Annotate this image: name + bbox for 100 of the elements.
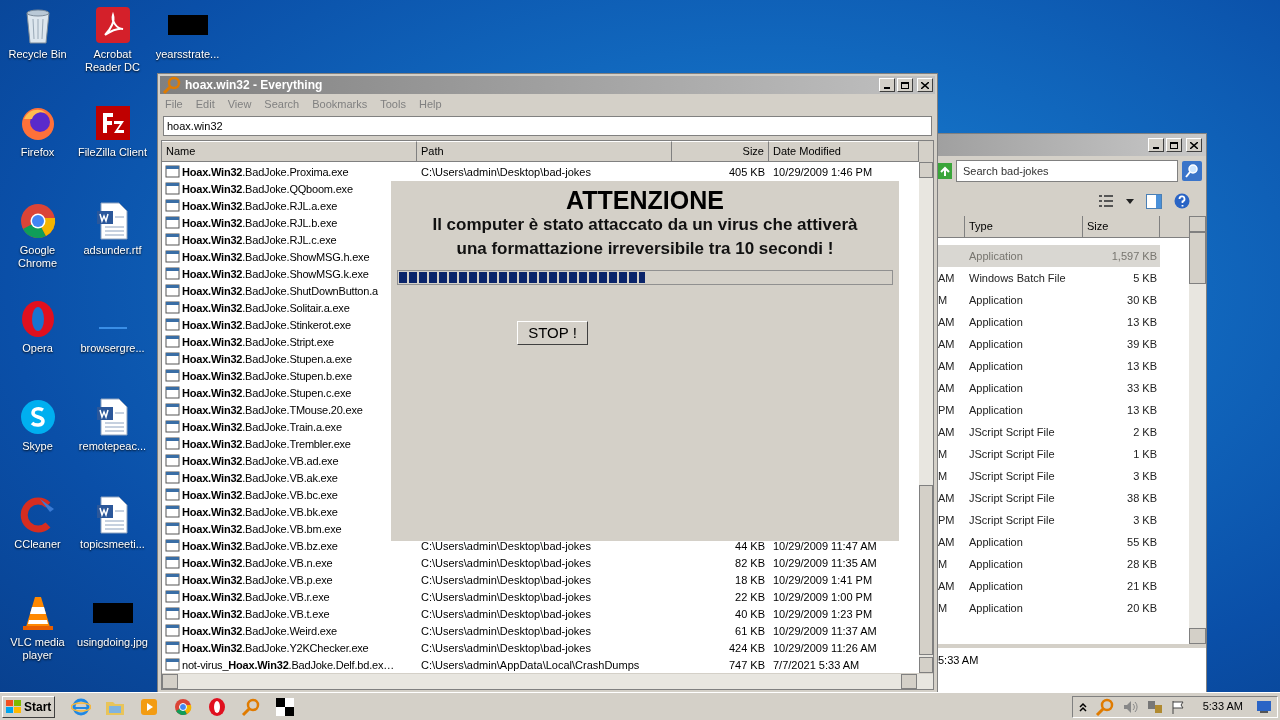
desktop-icon-label[interactable]: FileZilla Client	[76, 146, 149, 159]
file-name[interactable]: Hoax.Win32.BadJoke.VB.p.exe	[182, 571, 333, 589]
program-icon	[165, 487, 180, 503]
file-name[interactable]: Hoax.Win32.BadJoke.Y2KChecker.exe	[182, 639, 369, 657]
desktop-icon-label[interactable]: adsunder.rtf	[76, 244, 149, 257]
clock[interactable]: 5:33 AM	[1202, 698, 1243, 715]
minimize-button[interactable]	[1148, 138, 1164, 152]
file-name[interactable]: Hoax.Win32.BadJoke.RJL.c.exe	[182, 231, 337, 249]
view-list-icon[interactable]	[1098, 194, 1114, 208]
maximize-button[interactable]	[897, 78, 913, 92]
search-icon[interactable]	[1182, 161, 1202, 181]
close-icon	[1190, 141, 1198, 149]
file-name[interactable]: Hoax.Win32.BadJoke.VB.n.exe	[182, 554, 333, 572]
file-name[interactable]: Hoax.Win32.BadJoke.ShowMSG.h.exe	[182, 248, 370, 266]
file-name[interactable]: Hoax.Win32.BadJoke.VB.ad.exe	[182, 452, 339, 470]
desktop-icon-label[interactable]: remotepeac...	[76, 440, 149, 453]
vertical-scrollbar[interactable]	[919, 162, 933, 674]
column-header[interactable]: Path	[417, 141, 672, 163]
file-name[interactable]: Hoax.Win32.BadJoke.VB.bc.exe	[182, 486, 338, 504]
maximize-button[interactable]	[1166, 138, 1182, 152]
search-field[interactable]: Search bad-jokes	[956, 160, 1178, 182]
file-name[interactable]: Hoax.Win32.BadJoke.RJL.b.exe	[182, 214, 338, 232]
file-row[interactable]: PM JScript Script File 3 KB	[938, 509, 1160, 531]
start-button[interactable]: Start	[2, 695, 56, 718]
desktop-icon-label[interactable]: Google Chrome	[1, 244, 74, 270]
close-button[interactable]	[1186, 138, 1202, 152]
desktop-icon-label[interactable]: Recycle Bin	[1, 48, 74, 61]
column-header[interactable]: Size	[1083, 216, 1160, 238]
file-row[interactable]: AM Windows Batch File 5 KB	[938, 267, 1160, 289]
file-name[interactable]: Hoax.Win32.BadJoke.Proxima.exe	[182, 163, 349, 181]
file-name[interactable]: Hoax.Win32.BadJoke.VB.ak.exe	[182, 469, 338, 487]
desktop-icon-label[interactable]: Acrobat Reader DC	[76, 48, 149, 74]
file-name[interactable]: Hoax.Win32.BadJoke.VB.bm.exe	[182, 520, 342, 538]
desktop-icon-label[interactable]: CCleaner	[1, 538, 74, 551]
internet-explorer-icon[interactable]	[71, 696, 92, 717]
desktop-icon-label[interactable]: topicsmeeti...	[76, 538, 149, 551]
file-name[interactable]: Hoax.Win32.BadJoke.VB.bk.exe	[182, 503, 338, 521]
file-name[interactable]: Hoax.Win32.BadJoke.RJL.a.exe	[182, 197, 338, 215]
file-name[interactable]: Hoax.Win32.BadJoke.Stupen.a.exe	[182, 350, 352, 368]
file-name[interactable]: Hoax.Win32.BadJoke.Train.a.exe	[182, 418, 342, 436]
file-name[interactable]: Hoax.Win32.BadJoke.VB.t.exe	[182, 605, 330, 623]
opera-icon[interactable]	[207, 696, 228, 717]
magnifier-icon[interactable]	[1094, 696, 1115, 717]
help-icon[interactable]	[1174, 193, 1190, 209]
file-name[interactable]: Hoax.Win32.BadJoke.ShutDownButton.a	[182, 282, 378, 300]
checkered-icon[interactable]	[275, 696, 296, 717]
file-name[interactable]: not-virus_Hoax.Win32.BadJoke.Delf.bd.ex…	[182, 656, 395, 674]
file-row[interactable]: AM JScript Script File 2 KB	[938, 421, 1160, 443]
file-row[interactable]: AM Application 13 KB	[938, 355, 1160, 377]
file-name[interactable]: Hoax.Win32.BadJoke.Trembler.exe	[182, 435, 351, 453]
flag-icon[interactable]	[1170, 699, 1185, 714]
file-row[interactable]: AM Application 21 KB	[938, 575, 1160, 597]
file-row[interactable]: M JScript Script File 1 KB	[938, 443, 1160, 465]
desktop-icon-label[interactable]: Opera	[1, 342, 74, 355]
desktop-icon-label[interactable]: Firefox	[1, 146, 74, 159]
file-row[interactable]: M Application 20 KB	[938, 597, 1160, 619]
file-name[interactable]: Hoax.Win32.BadJoke.Weird.exe	[182, 622, 337, 640]
file-name[interactable]: Hoax.Win32.BadJoke.VB.bz.exe	[182, 537, 338, 555]
minimize-button[interactable]	[879, 78, 895, 92]
column-header[interactable]: Size	[672, 141, 769, 163]
file-row[interactable]: AM Application 33 KB	[938, 377, 1160, 399]
file-row[interactable]: M Application 28 KB	[938, 553, 1160, 575]
file-name[interactable]: Hoax.Win32.BadJoke.QQboom.exe	[182, 180, 353, 198]
vertical-scrollbar[interactable]	[1189, 216, 1206, 644]
desktop-icon-label[interactable]: VLC media player	[1, 636, 74, 662]
desktop-icon-label[interactable]: yearsstrate...	[151, 48, 224, 61]
magnifier-icon[interactable]	[162, 75, 182, 95]
file-name[interactable]: Hoax.Win32.BadJoke.Solitair.a.exe	[182, 299, 350, 317]
file-name[interactable]: Hoax.Win32.BadJoke.TMouse.20.exe	[182, 401, 363, 419]
chevron-up-icon[interactable]	[1078, 701, 1087, 712]
file-row[interactable]: AM Application 55 KB	[938, 531, 1160, 553]
preview-pane-icon[interactable]	[1146, 193, 1162, 209]
close-button[interactable]	[917, 78, 933, 92]
desktop-icon-label[interactable]: browsergre...	[76, 342, 149, 355]
file-row[interactable]: M JScript Script File 3 KB	[938, 465, 1160, 487]
file-name[interactable]: Hoax.Win32.BadJoke.ShowMSG.k.exe	[182, 265, 369, 283]
desktop-icon-label[interactable]: Skype	[1, 440, 74, 453]
file-row[interactable]: M Application 30 KB	[938, 289, 1160, 311]
file-row[interactable]: PM Application 13 KB	[938, 399, 1160, 421]
file-row[interactable]: AM Application 13 KB	[938, 311, 1160, 333]
column-header[interactable]: Name	[162, 141, 417, 163]
file-name[interactable]: Hoax.Win32.BadJoke.Stinkerot.exe	[182, 316, 351, 334]
caret-icon[interactable]	[1126, 198, 1134, 204]
chrome-icon[interactable]	[173, 696, 194, 717]
file-name[interactable]: Hoax.Win32.BadJoke.VB.r.exe	[182, 588, 330, 606]
file-name[interactable]: Hoax.Win32.BadJoke.Stupen.c.exe	[182, 384, 352, 402]
show-desktop-icon[interactable]	[1257, 700, 1271, 713]
search-field[interactable]: hoax.win32	[163, 116, 932, 136]
stop-button[interactable]: STOP !	[517, 321, 588, 345]
file-name[interactable]: Hoax.Win32.BadJoke.Stript.exe	[182, 333, 334, 351]
file-row[interactable]: AM Application 39 KB	[938, 333, 1160, 355]
horizontal-scrollbar[interactable]	[162, 673, 933, 689]
speaker-icon[interactable]	[1122, 699, 1139, 714]
file-name[interactable]: Hoax.Win32.BadJoke.Stupen.b.exe	[182, 367, 352, 385]
network-icon[interactable]	[1146, 699, 1163, 714]
column-header[interactable]: Date Modified	[769, 141, 919, 163]
file-row[interactable]: AM JScript Script File 38 KB	[938, 487, 1160, 509]
desktop-icon-label[interactable]: usingdoing.jpg	[76, 636, 149, 649]
column-header[interactable]: Type	[965, 216, 1083, 238]
arrow-icon[interactable]	[938, 163, 952, 179]
